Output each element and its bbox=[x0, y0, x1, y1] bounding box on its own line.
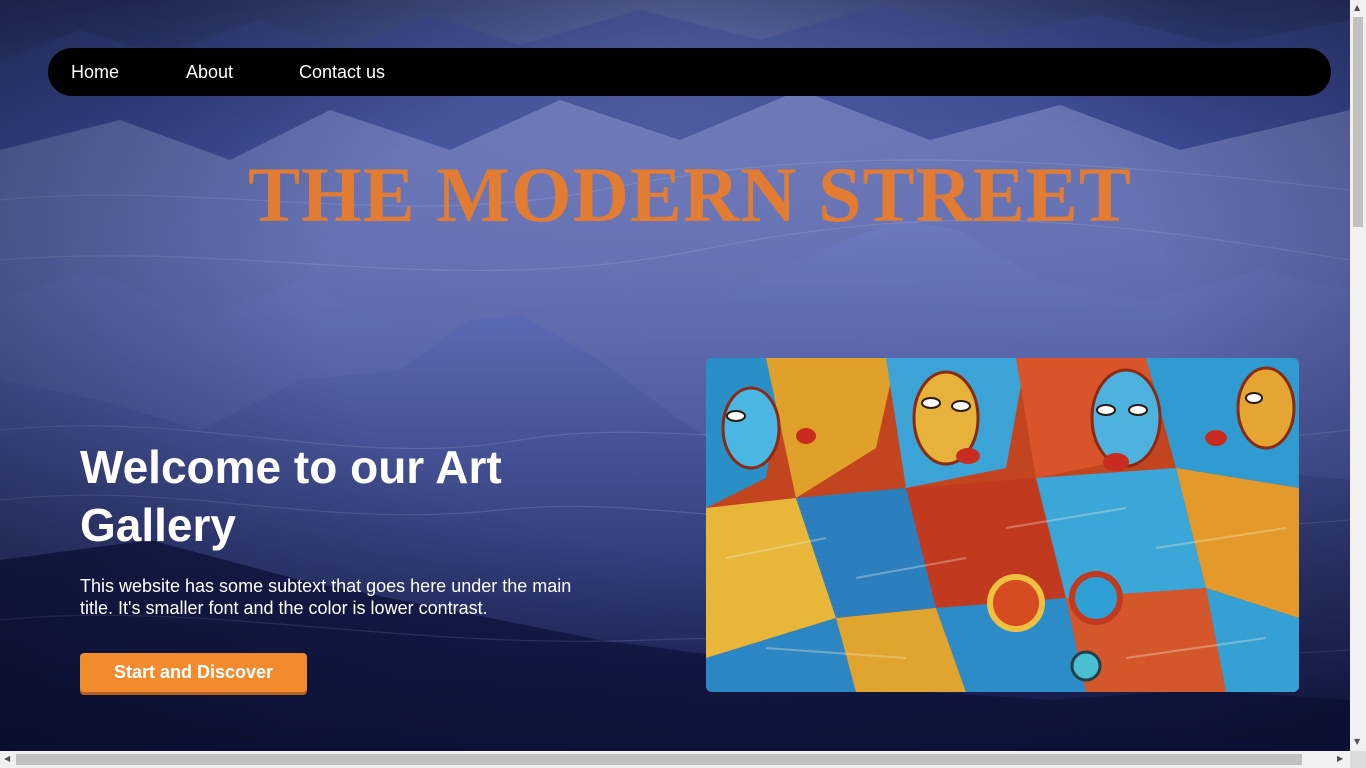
top-navbar: Home About Contact us bbox=[48, 48, 1331, 96]
nav-link-home[interactable]: Home bbox=[71, 62, 119, 83]
nav-link-contact-us[interactable]: Contact us bbox=[299, 62, 385, 83]
hero-heading: Welcome to our Art Gallery bbox=[80, 441, 502, 551]
horizontal-scroll-thumb[interactable] bbox=[16, 754, 1302, 765]
page-viewport: Home About Contact us THE MODERN STREET … bbox=[0, 0, 1350, 751]
arrow-right-icon[interactable]: ▶ bbox=[1337, 755, 1343, 763]
arrow-up-icon[interactable]: ▲ bbox=[1354, 4, 1360, 12]
vertical-scrollbar[interactable]: ▲ ▼ bbox=[1350, 0, 1366, 751]
site-title: THE MODERN STREET bbox=[248, 151, 1132, 238]
featured-artwork-image bbox=[706, 358, 1299, 692]
arrow-left-icon[interactable]: ◀ bbox=[4, 755, 10, 763]
scrollbar-corner bbox=[1350, 751, 1366, 768]
hero-subtext: This website has some subtext that goes … bbox=[80, 576, 572, 618]
start-and-discover-button[interactable]: Start and Discover bbox=[80, 653, 307, 692]
vertical-scroll-thumb[interactable] bbox=[1353, 17, 1363, 227]
horizontal-scrollbar[interactable]: ◀ ▶ bbox=[0, 751, 1350, 768]
nav-link-about[interactable]: About bbox=[186, 62, 233, 83]
arrow-down-icon[interactable]: ▼ bbox=[1354, 738, 1360, 746]
